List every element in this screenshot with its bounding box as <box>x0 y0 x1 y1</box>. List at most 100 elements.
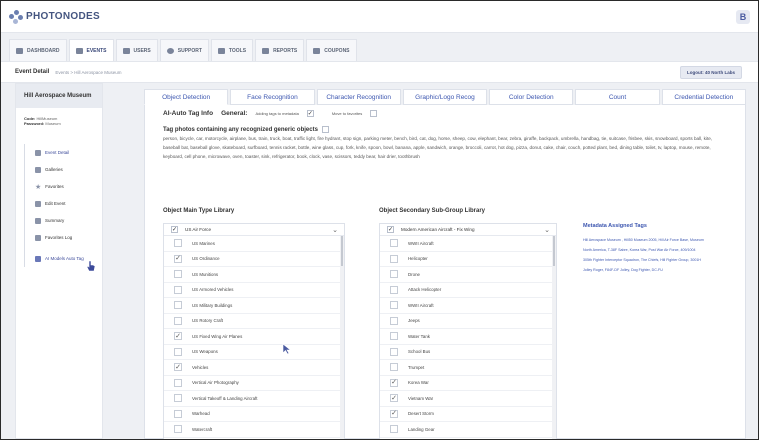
sidebar-item-edit-event[interactable]: Edit Event <box>25 195 94 212</box>
checkbox[interactable] <box>174 301 182 310</box>
checkbox[interactable] <box>390 285 398 294</box>
tab-character-recognition[interactable]: Character Recognition <box>316 89 401 105</box>
list-item[interactable]: US Marines <box>164 236 344 252</box>
list-item[interactable]: ✓ Vehicles <box>164 360 344 376</box>
nav-reports[interactable]: REPORTS <box>255 39 305 61</box>
checkbox[interactable] <box>390 363 398 372</box>
sidebar-item-summary[interactable]: Summary <box>25 212 94 229</box>
breadcrumb[interactable]: Events > Hill Aerospace Museum <box>55 70 121 75</box>
checkbox[interactable] <box>390 239 398 248</box>
checkbox[interactable]: ✓ <box>390 394 398 403</box>
checkbox[interactable] <box>174 425 182 434</box>
checkbox[interactable] <box>174 347 182 356</box>
tab-face-recognition[interactable]: Face Recognition <box>230 89 315 105</box>
metadata-line[interactable]: 305th Fighter Interceptor Squadron, The … <box>583 255 728 265</box>
checkbox[interactable] <box>174 409 182 418</box>
list-item[interactable]: US Military Buildings <box>164 298 344 314</box>
list-item[interactable]: WWII Aircraft <box>380 236 556 252</box>
sidebar-item-label: Favorites Log <box>45 235 73 240</box>
nav-tools[interactable]: TOOLS <box>210 39 254 61</box>
list-item[interactable]: WWII Aircraft <box>380 298 556 314</box>
checkbox[interactable]: ✓ <box>390 409 398 418</box>
sidebar-item-favorites-log[interactable]: Favorites Log <box>25 229 94 246</box>
tab-count[interactable]: Count <box>575 89 660 105</box>
checkbox[interactable]: ✓ <box>174 332 182 341</box>
list-item[interactable]: ✓ Desert Storm <box>380 407 556 422</box>
checkbox[interactable] <box>390 347 398 356</box>
nav-events[interactable]: EVENTS <box>68 39 114 61</box>
logout-button[interactable]: Logout: 40 North Labs <box>680 65 742 79</box>
tab-credential-detection[interactable]: Credential Detection <box>661 89 746 105</box>
checkbox[interactable] <box>390 270 398 279</box>
move-favorites-checkbox[interactable] <box>370 110 378 117</box>
list-item-label: Vertical Takeoff & Landing Aircraft <box>192 395 258 401</box>
scroll-thumb[interactable] <box>341 236 343 266</box>
list-item[interactable]: Vertical Air Photography <box>164 376 344 391</box>
sidebar-item-favorites[interactable]: ★ Favorites <box>25 178 94 195</box>
list-item[interactable]: US Weapons <box>164 345 344 360</box>
user-avatar[interactable]: B <box>736 9 750 24</box>
checkbox[interactable] <box>174 285 182 294</box>
chevron-down-icon[interactable]: ⌄ <box>332 226 338 234</box>
list-item[interactable]: US Munitions <box>164 267 344 283</box>
list-item[interactable]: Helicopter <box>380 252 556 267</box>
list-item[interactable]: US Armored Vehicles <box>164 283 344 298</box>
metadata-line[interactable]: North America, T-38F Sabre, Korea War, P… <box>583 245 728 255</box>
tab-color-detection[interactable]: Color Detection <box>489 89 574 105</box>
list-item[interactable]: US Rotory Craft <box>164 314 344 329</box>
scroll-thumb[interactable] <box>553 236 555 266</box>
sub-library-scrollbar[interactable] <box>552 236 556 439</box>
checkbox[interactable]: ✓ <box>174 363 182 372</box>
main-library-selected[interactable]: ✓ US Air Force ⌄ <box>164 224 344 236</box>
list-item[interactable]: Jeeps <box>380 314 556 329</box>
list-item[interactable]: Trumpet <box>380 360 556 376</box>
list-item[interactable]: Landing Gear <box>380 422 556 438</box>
list-item[interactable]: Warhead <box>164 407 344 422</box>
nav-coupons[interactable]: COUPONS <box>306 39 357 61</box>
list-item[interactable]: ✓ Vietnam War <box>380 391 556 407</box>
list-item[interactable]: Water Tank <box>380 329 556 345</box>
list-item[interactable]: Attack Helicopter <box>380 283 556 298</box>
list-item[interactable]: Drone <box>380 267 556 283</box>
checkbox[interactable]: ✓ <box>174 254 182 263</box>
checkbox[interactable] <box>390 332 398 341</box>
checkbox[interactable] <box>390 425 398 434</box>
tab-graphic-logo-recog[interactable]: Graphic/Logo Recog <box>402 89 488 105</box>
main-library-scrollbar[interactable] <box>340 236 344 439</box>
sidebar-item-label: AI Models Auto Tag <box>45 256 84 261</box>
nav-dashboard[interactable]: DASHBOARD <box>9 39 67 61</box>
sidebar-item-galleries[interactable]: Galleries <box>25 161 94 178</box>
brand-logo[interactable]: PHOTONODES <box>9 9 100 24</box>
list-item[interactable]: ✓ US Fixed Wing Air Planes <box>164 329 344 345</box>
detection-tabs: Object Detection Face Recognition Charac… <box>144 89 746 105</box>
checkbox[interactable] <box>174 378 182 387</box>
sub-library-selected[interactable]: ✓ Modern American Aircraft - Fix Wing ⌄ <box>380 224 556 236</box>
checkbox[interactable] <box>174 394 182 403</box>
nav-support[interactable]: SUPPORT <box>159 39 209 61</box>
sidebar-item-event-detail[interactable]: Event Detail <box>25 144 94 161</box>
checkbox[interactable] <box>174 316 182 325</box>
metadata-line[interactable]: Hill Aerospace Museum , Hill50 Museum 20… <box>583 235 728 245</box>
main-library-list[interactable]: ✓ US Air Force ⌄ US Marines ✓ US Ordinance… <box>163 223 345 439</box>
list-item[interactable]: Vertical Takeoff & Landing Aircraft <box>164 391 344 407</box>
sidebar-item-ai-models[interactable]: AI Models Auto Tag <box>25 250 94 267</box>
chevron-down-icon[interactable]: ⌄ <box>544 226 550 234</box>
checkbox[interactable] <box>174 270 182 279</box>
checkbox[interactable] <box>390 301 398 310</box>
list-item[interactable]: ✓ Korea War <box>380 376 556 391</box>
list-item[interactable]: Watercraft <box>164 422 344 438</box>
checkbox[interactable] <box>174 239 182 248</box>
checkbox[interactable]: ✓ <box>171 226 178 233</box>
metadata-line[interactable]: Jolley Roger, F84F-DF Jolley, Dog Fighte… <box>583 265 728 275</box>
sub-library-list[interactable]: ✓ Modern American Aircraft - Fix Wing ⌄ … <box>379 223 557 439</box>
checkbox[interactable] <box>390 316 398 325</box>
adding-tags-checkbox[interactable]: ✓ <box>306 110 314 117</box>
generic-objects-checkbox[interactable] <box>321 126 329 133</box>
list-item[interactable]: ✓ US Ordinance <box>164 252 344 267</box>
checkbox[interactable]: ✓ <box>390 378 398 387</box>
nav-users[interactable]: USERS <box>115 39 158 61</box>
checkbox[interactable] <box>390 254 398 263</box>
checkbox[interactable]: ✓ <box>387 226 394 233</box>
tab-object-detection[interactable]: Object Detection <box>144 89 229 105</box>
list-item[interactable]: School Bus <box>380 345 556 360</box>
